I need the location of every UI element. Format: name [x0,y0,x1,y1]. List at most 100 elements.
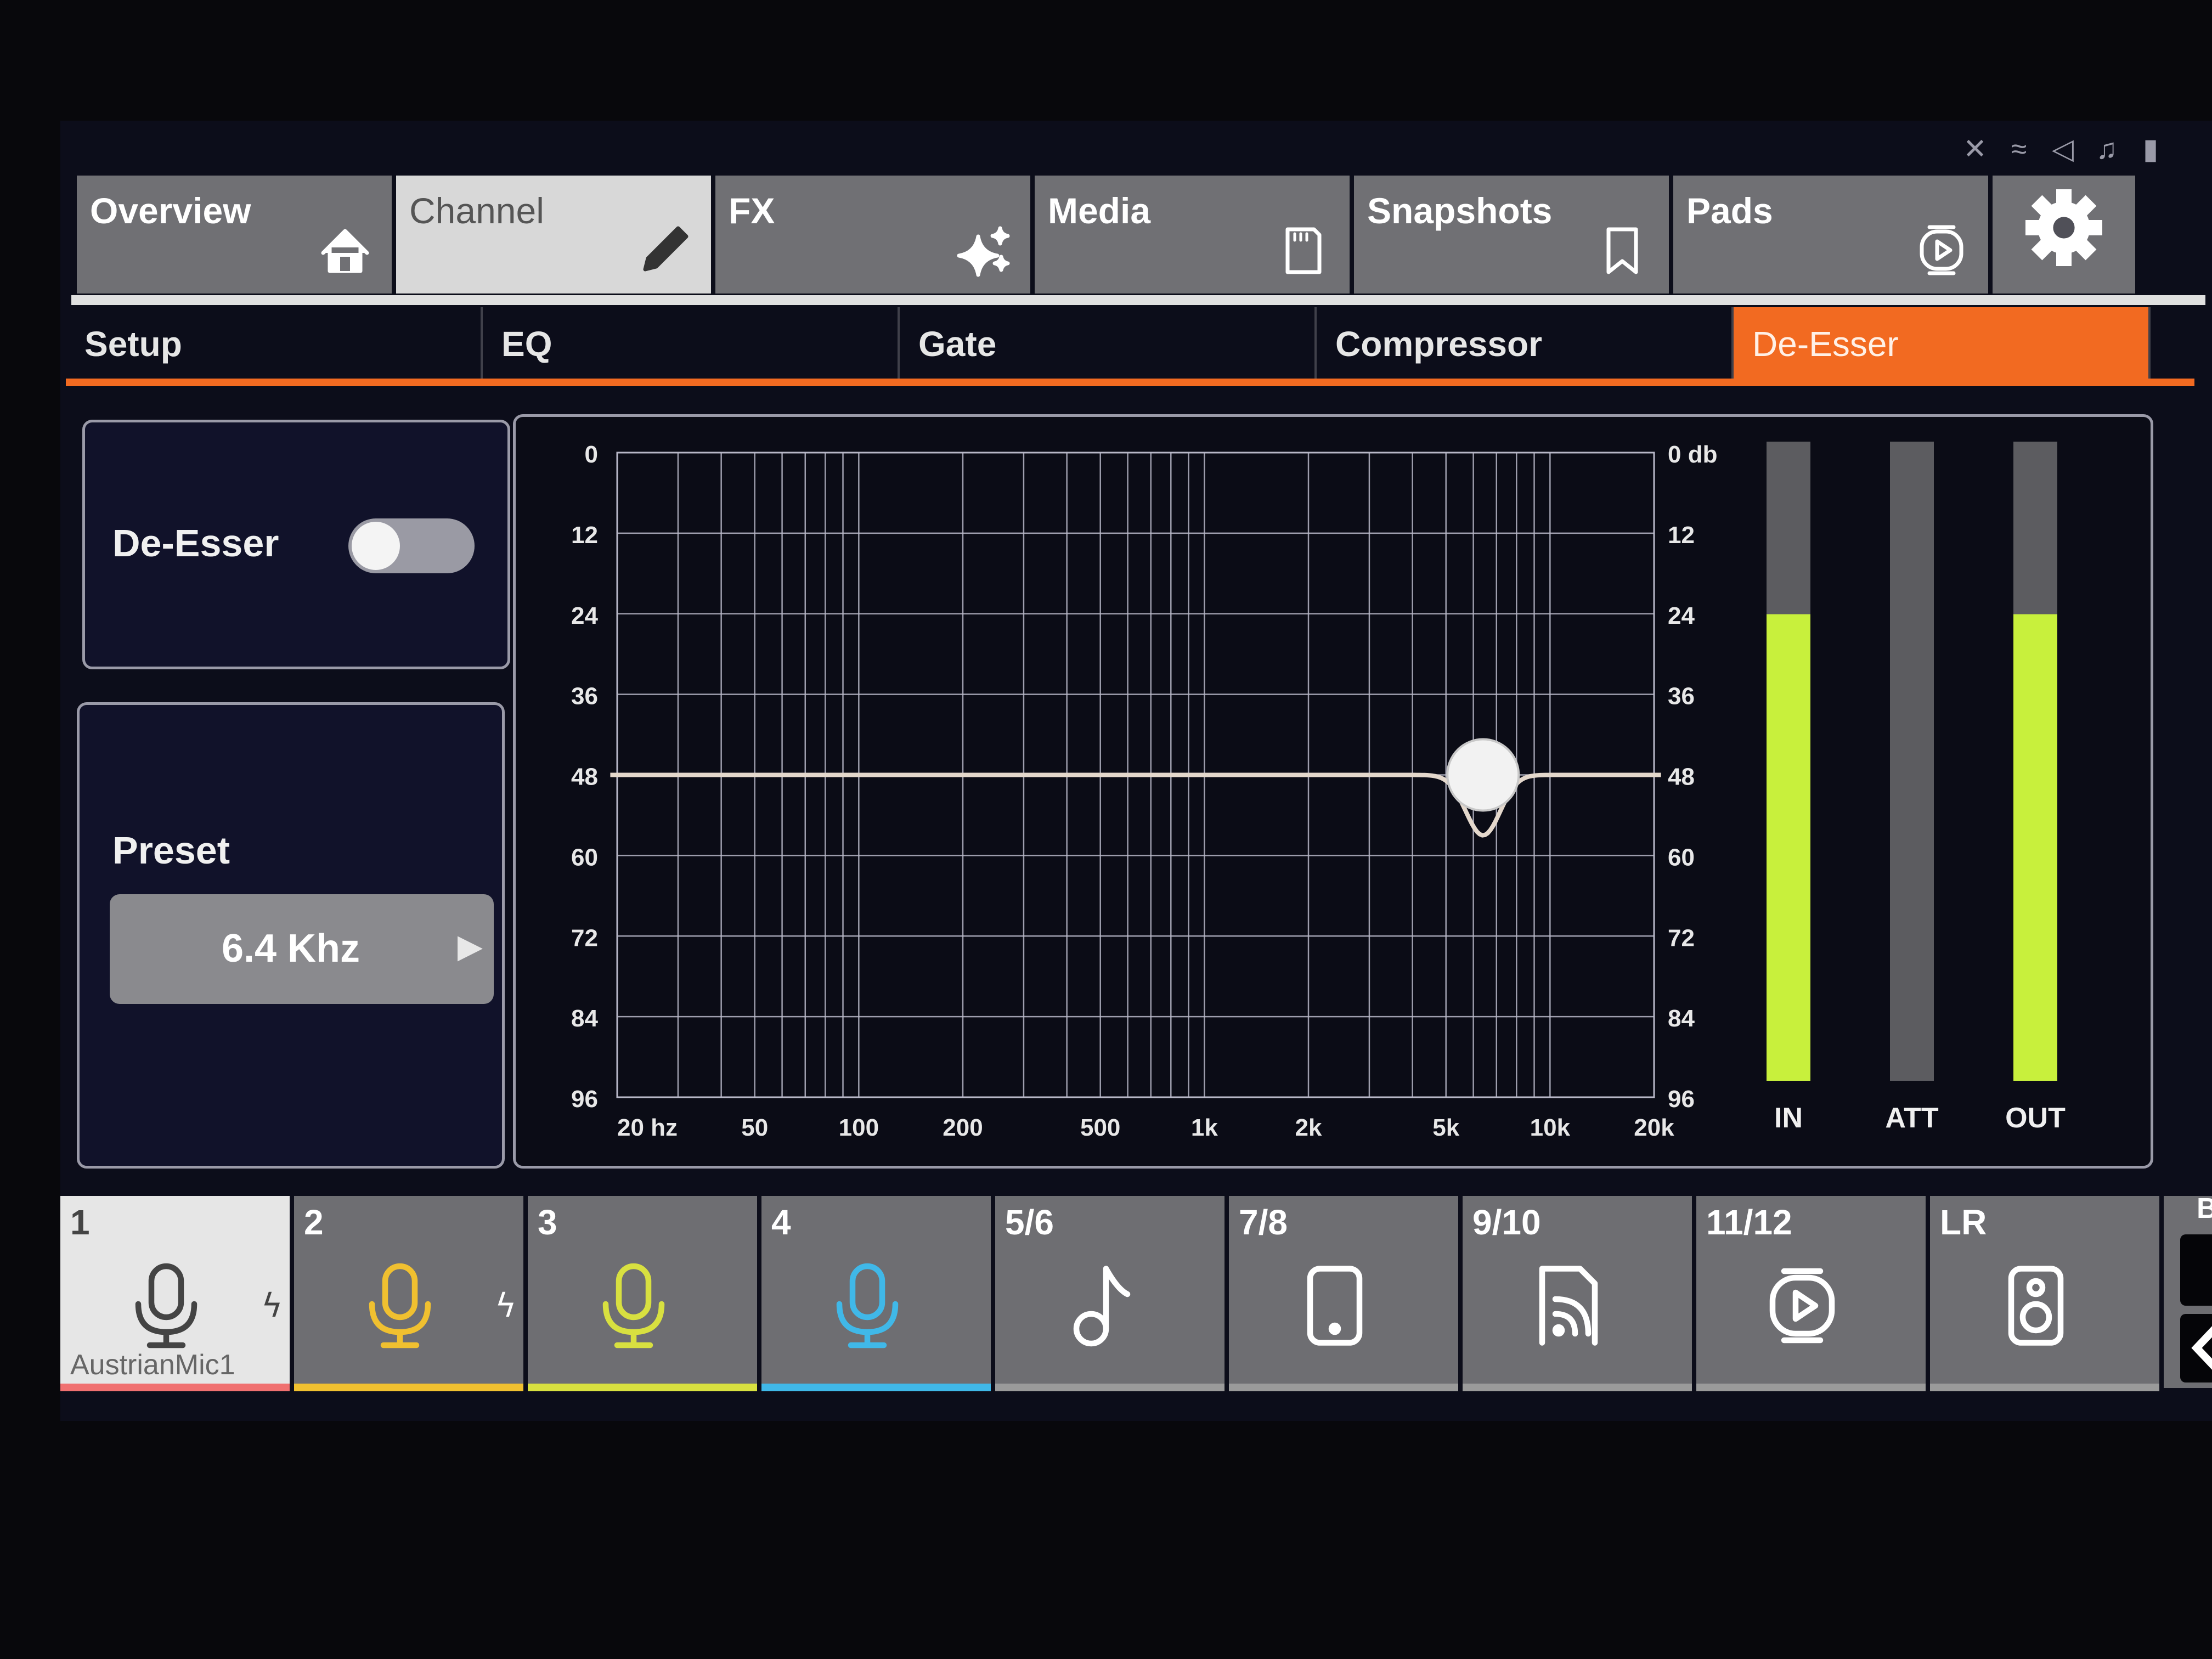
tab-label: Pads [1686,190,1773,231]
channel-button-9-10[interactable]: 9/10 [1463,1196,1692,1391]
meter-label: ATT [1885,1102,1938,1134]
toggle-knob [352,522,400,570]
subtab-gate[interactable]: Gate [900,307,1317,379]
subtab-setup[interactable]: Setup [66,307,483,379]
channel-number: 1 [70,1203,90,1242]
deesser-label: De-Esser [112,522,279,565]
x-tick-label: 10k [1530,1114,1571,1141]
x-tick-label: 100 [839,1114,879,1141]
channel-number: LR [1940,1203,1987,1242]
phantom-power-icon: ϟ [495,1286,517,1325]
tab-overview[interactable]: Overview [77,176,392,294]
subtab-label: Compressor [1335,324,1542,364]
channel-bg [528,1196,757,1388]
channel-button-5-6[interactable]: 5/6 [995,1196,1224,1391]
deesser-toggle[interactable] [348,518,475,573]
x-tick-label: 5k [1432,1114,1459,1141]
subtab-de-esser[interactable]: De-Esser [1734,307,2151,379]
bank-value-button[interactable] [2180,1234,2212,1306]
play-pad-icon [1920,225,1963,275]
tab-label: Channel [409,190,544,231]
channel-button-11-12[interactable]: 11/12 [1696,1196,1926,1391]
y-tick-label-right: 36 [1668,683,1695,710]
y-tick-label-right: 0 db [1668,441,1717,468]
channel-number: 7/8 [1239,1203,1288,1242]
channel-color-bar [761,1384,991,1391]
y-tick-label-right: 96 [1668,1086,1695,1113]
channel-number: 4 [771,1203,791,1242]
tab-media[interactable]: Media [1035,176,1350,294]
meter-att: ATT [1885,442,1939,1134]
tab-channel[interactable]: Channel [396,176,711,294]
tab-label: Media [1048,190,1151,231]
y-tick-label-left: 48 [571,764,598,791]
tab-pads[interactable]: Pads [1673,176,1988,294]
x-tick-label: 1k [1191,1114,1218,1141]
channel-button-4[interactable]: 4 [761,1196,991,1391]
channel-name: AustrianMic1 [70,1349,235,1381]
channel-button-1[interactable]: 1 ϟ AustrianMic1 [60,1196,290,1391]
subtab-label: De-Esser [1752,324,1899,364]
channel-color-bar [1463,1384,1692,1391]
channel-button-3[interactable]: 3 [528,1196,757,1391]
channel-button-2[interactable]: 2ϟ [294,1196,523,1391]
sub-tab-underline [66,379,2194,386]
preset-selector-button[interactable]: 6.4 Khz ▶ [110,894,494,1004]
bookmark-icon [1606,227,1638,274]
channel-color-bar [1696,1384,1926,1391]
pencil-icon [643,226,689,272]
channel-color-bar [294,1384,523,1391]
channel-color-bar [60,1384,290,1391]
x-tick-label: 2k [1295,1114,1322,1141]
tab-underline [71,295,2205,305]
channel-number: 9/10 [1472,1203,1541,1242]
deesser-graph-panel: 0 12 24 36 48 60 72 84 96 0 db 12 24 36 48 60 72 84 96 20 … [513,414,2153,1169]
tab-fx[interactable]: FX [715,176,1030,294]
channel-color-bar [995,1384,1224,1391]
tab-snapshots[interactable]: Snapshots [1354,176,1669,294]
sparkle-icon [957,226,1010,277]
subtab-label: Gate [918,324,997,364]
sub-tab-bar: Setup EQ Gate Compressor De-Esser [66,307,2194,379]
frequency-response-graph[interactable]: 0 12 24 36 48 60 72 84 96 0 db 12 24 36 48 60 72 84 96 20 … [516,417,2151,1166]
tab-label: Overview [90,190,251,231]
x-tick-label: 20 hz [617,1114,678,1141]
music-icon: ♫ [2096,133,2118,165]
battery-icon: ▮ [2142,133,2159,165]
y-tick-label-right: 24 [1668,602,1695,629]
y-tick-label-left: 36 [571,683,598,710]
mixer-screen: ✕ ≈ ◁ ♫ ▮ Overview Channel FX Media Snapshots Pad… [60,121,2212,1421]
channel-button-7-8[interactable]: 7/8 [1229,1196,1458,1391]
settings-button[interactable] [1993,176,2135,294]
bookmark-icon [1606,227,1638,274]
y-tick-label-right: 72 [1668,924,1695,951]
channel-number: 11/12 [1706,1203,1792,1242]
channel-color-bar [528,1384,757,1391]
meter-fill [1767,614,1810,1081]
y-tick-label-right: 60 [1668,844,1695,871]
x-tick-label: 50 [741,1114,768,1141]
y-tick-label-left: 60 [571,844,598,871]
y-tick-label-left: 84 [571,1005,598,1032]
x-tick-label: 500 [1080,1114,1120,1141]
home-icon [321,229,369,273]
meter-label: OUT [2005,1102,2066,1134]
channel-number: 3 [538,1203,557,1242]
y-tick-label-left: 0 [585,441,598,468]
channel-number: 2 [304,1203,324,1242]
channel-button-lr[interactable]: LR [1930,1196,2159,1391]
volume-icon: ◁ [2052,133,2074,165]
y-tick-label-left: 72 [571,924,598,951]
preset-value: 6.4 Khz [221,927,360,970]
bank-label: Bank [2197,1196,2212,1224]
channel-strip: 1ϟAustrianMic12ϟ345/67/89/1011/12LRBankA [60,1196,2212,1391]
meter-out: OUT [2005,442,2066,1134]
play-arrow-icon: ▶ [457,928,483,964]
subtab-compressor[interactable]: Compressor [1317,307,1734,379]
gear-icon [2025,189,2102,266]
subtab-eq[interactable]: EQ [483,307,900,379]
meter-fill [2013,614,2057,1081]
y-tick-label-right: 48 [1668,764,1695,791]
tab-label: Snapshots [1367,190,1553,231]
frequency-handle[interactable] [1446,738,1520,812]
